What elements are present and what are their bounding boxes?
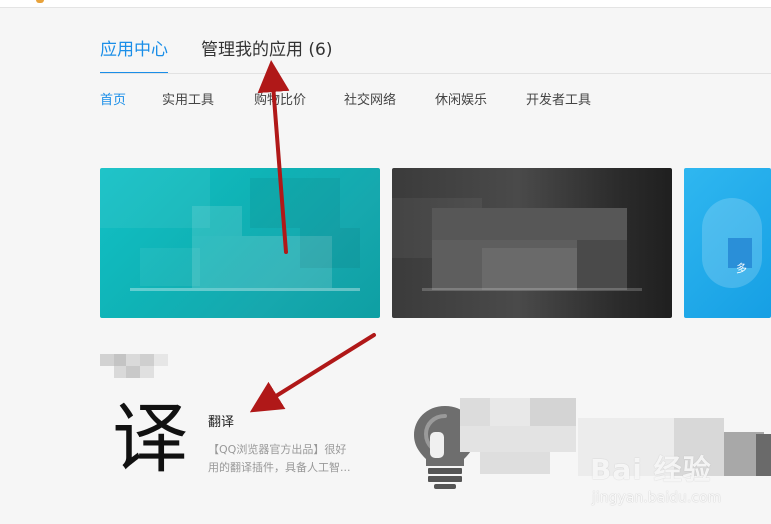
section-heading <box>100 354 170 378</box>
annotation-arrow-down <box>249 333 376 413</box>
app-logo <box>36 0 44 3</box>
category-home[interactable]: 首页 <box>100 92 126 110</box>
app-name[interactable]: 翻译 <box>208 414 234 432</box>
app-description-line-2: 用的翻译插件，具备人工智... <box>208 461 351 474</box>
watermark-url: jingyan.baidu.com <box>592 490 722 506</box>
tab-app-center[interactable]: 应用中心 <box>100 38 168 74</box>
translate-app-icon[interactable]: 译 <box>112 396 188 482</box>
category-utilities[interactable]: 实用工具 <box>162 92 214 110</box>
category-developer-tools[interactable]: 开发者工具 <box>526 92 591 110</box>
baidu-watermark: Bai 经验 jingyan.baidu.com <box>590 440 771 524</box>
category-entertainment[interactable]: 休闲娱乐 <box>435 92 487 110</box>
app-description-line-1: 【QQ浏览器官方出品】很好 <box>208 443 347 456</box>
banner-2[interactable] <box>392 168 672 318</box>
category-social[interactable]: 社交网络 <box>344 92 396 110</box>
category-shopping[interactable]: 购物比价 <box>254 92 306 110</box>
banner-3[interactable]: 多 <box>684 168 771 318</box>
banner-3-text: 多 <box>736 262 747 275</box>
app-description: 【QQ浏览器官方出品】很好 用的翻译插件，具备人工智... <box>208 441 368 477</box>
tab-manage-my-apps[interactable]: 管理我的应用 (6) <box>201 38 332 62</box>
tabs-divider <box>100 73 771 74</box>
banner-1[interactable] <box>100 168 380 318</box>
main-tabs: 应用中心 管理我的应用 (6) <box>100 38 771 74</box>
top-bar <box>0 0 771 8</box>
watermark-brand: Bai 经验 <box>590 453 712 486</box>
